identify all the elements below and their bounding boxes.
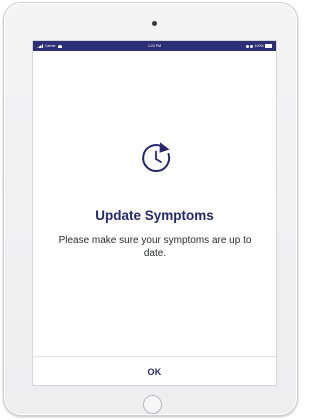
battery-icon: [265, 44, 272, 48]
status-time: 1:20 PM: [147, 44, 162, 48]
home-button-icon[interactable]: [143, 395, 162, 414]
app-screen: Carrier 1:20 PM 100% Update Symptoms Ple…: [32, 40, 277, 386]
status-bar: Carrier 1:20 PM 100%: [33, 41, 276, 51]
status-right: 100%: [245, 41, 272, 51]
ok-button[interactable]: OK: [33, 357, 276, 385]
tablet-device: Carrier 1:20 PM 100% Update Symptoms Ple…: [3, 2, 298, 416]
location-icon: [245, 44, 249, 48]
dialog-title: Update Symptoms: [95, 208, 214, 223]
bluetooth-icon: [250, 44, 254, 48]
battery-percent: 100%: [254, 44, 264, 48]
stage: Carrier 1:20 PM 100% Update Symptoms Ple…: [0, 0, 302, 420]
camera-icon: [152, 21, 157, 26]
refresh-clock-icon: [142, 142, 171, 173]
dialog-message: Please make sure your symptoms are up to…: [58, 235, 252, 259]
